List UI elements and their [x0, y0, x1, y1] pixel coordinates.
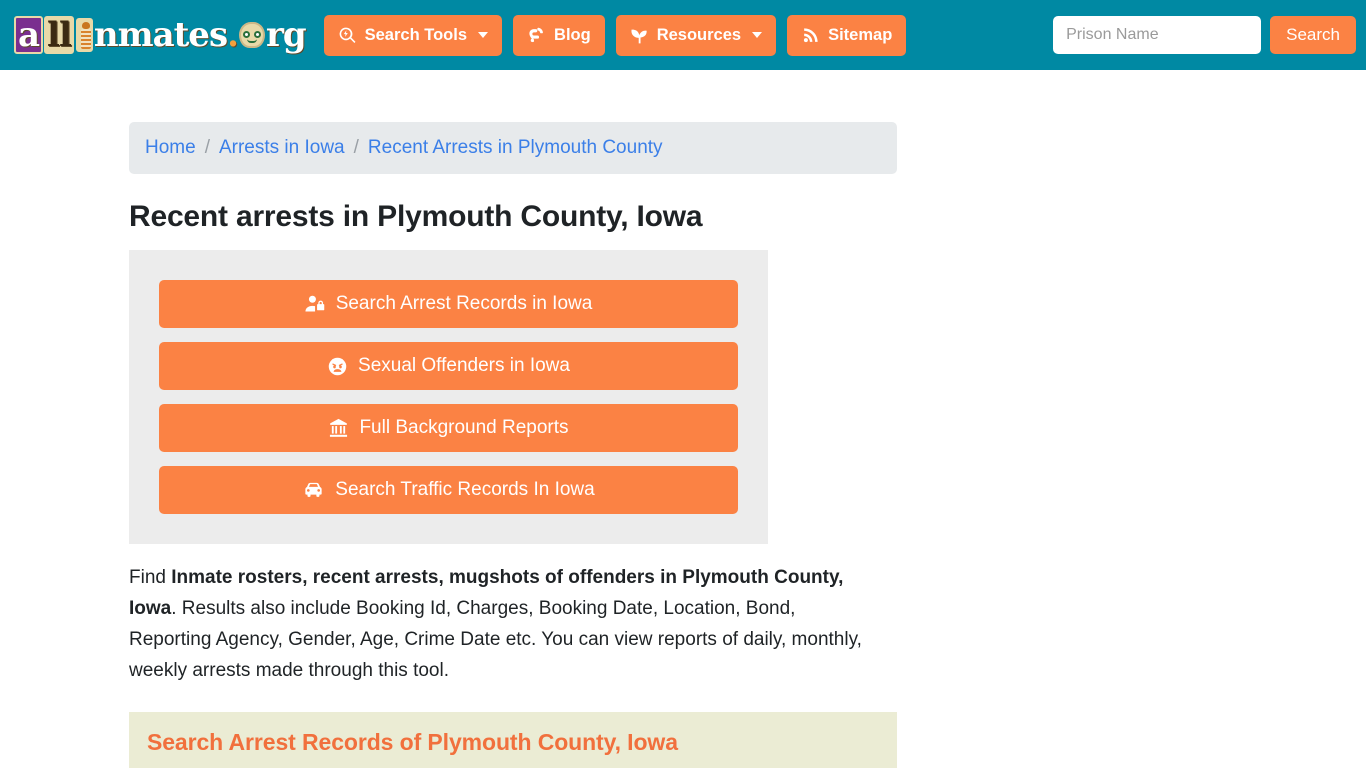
- seedling-leaf-icon: [630, 26, 649, 45]
- sexual-offenders-button[interactable]: Sexual Offenders in Iowa: [159, 342, 738, 390]
- main-navigation: Search Tools Blog Resources Sitemap: [323, 14, 907, 56]
- action-buttons-panel: Search Arrest Records in Iowa Sexual Off…: [129, 250, 768, 544]
- search-traffic-records-label: Search Traffic Records In Iowa: [335, 479, 595, 500]
- page-title: Recent arrests in Plymouth County, Iowa: [129, 200, 703, 233]
- breadcrumb-item-home[interactable]: Home: [145, 137, 196, 159]
- nav-resources-label: Resources: [656, 25, 742, 44]
- site-header: a ll nmates. rg Search Tools Blog Resour…: [0, 0, 1366, 70]
- intro-tail: . Results also include Booking Id, Charg…: [129, 598, 862, 681]
- rss-sitemap-icon: [801, 26, 820, 45]
- nav-sitemap-button[interactable]: Sitemap: [787, 14, 907, 56]
- logo-prisoner-figure-icon: [75, 18, 93, 52]
- search-arrest-records-label: Search Arrest Records in Iowa: [335, 293, 593, 314]
- search-arrest-records-section: Search Arrest Records of Plymouth County…: [129, 712, 897, 768]
- nav-blog-button[interactable]: Blog: [513, 14, 605, 56]
- car-icon: [302, 479, 325, 502]
- blogger-icon: [527, 26, 546, 45]
- landmark-icon: [328, 418, 349, 439]
- nav-search-tools-button[interactable]: Search Tools: [323, 14, 503, 56]
- section-heading: Search Arrest Records of Plymouth County…: [147, 729, 678, 755]
- chevron-down-icon: [478, 32, 489, 38]
- user-lock-icon: [305, 294, 326, 315]
- breadcrumb: Home / Arrests in Iowa / Recent Arrests …: [129, 122, 897, 174]
- logo-wordmark: a ll nmates. rg: [14, 15, 307, 55]
- breadcrumb-separator: /: [204, 137, 210, 158]
- site-logo[interactable]: a ll nmates. rg: [14, 11, 307, 59]
- logo-dot: .: [227, 15, 239, 55]
- chevron-down-icon: [752, 32, 763, 38]
- angry-face-icon: [327, 356, 348, 377]
- logo-face-o-icon: [238, 22, 265, 48]
- full-background-reports-button[interactable]: Full Background Reports: [159, 404, 738, 452]
- nav-blog-label: Blog: [554, 25, 591, 44]
- content-container: Home / Arrests in Iowa / Recent Arrests …: [129, 122, 897, 768]
- intro-paragraph: Find Inmate rosters, recent arrests, mug…: [129, 562, 869, 686]
- breadcrumb-separator: /: [353, 137, 359, 158]
- search-traffic-records-button[interactable]: Search Traffic Records In Iowa: [159, 466, 738, 514]
- search-tools-icon: [338, 26, 357, 45]
- nav-search-tools-label: Search Tools: [364, 25, 468, 44]
- logo-letters-rg: rg: [265, 15, 307, 55]
- nav-sitemap-label: Sitemap: [828, 25, 893, 44]
- page-body: Home / Arrests in Iowa / Recent Arrests …: [0, 122, 1366, 768]
- logo-letters-nmates: nmates: [93, 15, 228, 55]
- full-background-reports-label: Full Background Reports: [359, 417, 569, 438]
- intro-lead: Find: [129, 567, 172, 588]
- logo-letter-a: a: [14, 16, 44, 54]
- search-arrest-records-button[interactable]: Search Arrest Records in Iowa: [159, 280, 738, 328]
- breadcrumb-item-arrests-in-iowa[interactable]: Arrests in Iowa: [219, 137, 345, 159]
- header-search-button[interactable]: Search: [1270, 16, 1356, 54]
- breadcrumb-item-recent-arrests-plymouth-county[interactable]: Recent Arrests in Plymouth County: [368, 137, 663, 159]
- nav-resources-button[interactable]: Resources: [615, 14, 777, 56]
- header-search-form: Search: [1053, 16, 1356, 54]
- logo-letters-ll: ll: [44, 16, 74, 54]
- prison-name-search-input[interactable]: [1053, 16, 1262, 54]
- sexual-offenders-label: Sexual Offenders in Iowa: [358, 355, 570, 376]
